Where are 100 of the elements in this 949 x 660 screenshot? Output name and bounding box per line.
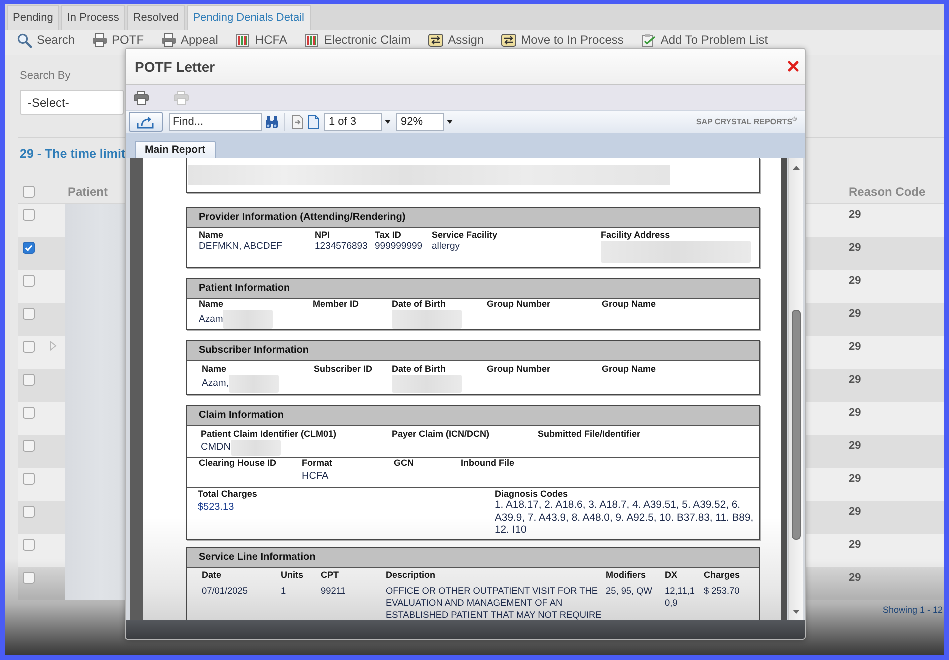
section-title: Patient Information bbox=[187, 279, 759, 299]
table-cell: 29 bbox=[806, 468, 944, 501]
table-cell-text: 12,11,10,9 bbox=[665, 585, 696, 610]
field-label: Subscriber ID bbox=[314, 364, 373, 375]
zoom-field[interactable]: 92% bbox=[396, 113, 444, 131]
caret-right-icon[interactable] bbox=[50, 341, 57, 351]
toolbar-button[interactable]: Add To Problem List bbox=[640, 33, 768, 48]
field-label: Total Charges bbox=[198, 489, 258, 500]
section-title: Provider Information (Attending/Rendering) bbox=[187, 208, 759, 228]
tab[interactable]: In Process bbox=[61, 5, 126, 30]
toolbar-button[interactable]: POTF bbox=[92, 33, 144, 48]
field-label: Tax ID bbox=[375, 230, 402, 241]
field-value: $523.13 bbox=[198, 501, 234, 515]
field-label: Date of Birth bbox=[392, 299, 446, 310]
table-cell: 29 bbox=[806, 336, 944, 369]
toolbar-button[interactable]: Move to In Process bbox=[501, 33, 624, 48]
checkbox[interactable] bbox=[23, 473, 35, 485]
table-cell: 29 bbox=[806, 369, 944, 402]
printer-icon[interactable] bbox=[134, 90, 149, 104]
find-field[interactable]: Find... bbox=[169, 113, 262, 131]
column-label: Date bbox=[202, 570, 222, 581]
scroll-down-icon[interactable] bbox=[792, 610, 800, 614]
tab[interactable]: Pending bbox=[7, 5, 60, 30]
field-value: HCFA bbox=[302, 470, 329, 484]
scroll-thumb[interactable] bbox=[792, 310, 800, 540]
field-value: Azam, bbox=[202, 377, 229, 391]
tab[interactable]: Resolved bbox=[127, 5, 186, 30]
table-cell-text: 07/01/2025 bbox=[202, 585, 249, 598]
scroll-up-icon[interactable] bbox=[792, 166, 800, 170]
field-label: Payer Claim (ICN/DCN) bbox=[392, 429, 490, 440]
brand-label: SAP CRYSTAL REPORTS$^{®}$ bbox=[696, 117, 797, 127]
field-label: Group Number bbox=[487, 364, 551, 375]
field-label: NPI bbox=[315, 230, 330, 241]
search-by-label: Search By bbox=[20, 70, 71, 83]
export-button[interactable] bbox=[129, 112, 163, 132]
swap-arrows-icon bbox=[428, 33, 444, 48]
dialog-title: POTF Letter bbox=[135, 58, 216, 74]
toolbar-button[interactable]: HCFA bbox=[235, 33, 288, 48]
scrollbar[interactable] bbox=[788, 158, 803, 620]
field-label: Group Number bbox=[487, 299, 551, 310]
checkbox[interactable] bbox=[23, 186, 35, 198]
report-tab[interactable]: Main Report bbox=[135, 141, 216, 158]
tray-arrow-icon bbox=[137, 116, 155, 128]
swap-arrows-icon bbox=[501, 33, 518, 48]
page-field[interactable]: 1 of 3 bbox=[324, 113, 382, 131]
toolbar-button[interactable]: Search bbox=[17, 33, 76, 48]
field-value: allergy bbox=[432, 241, 460, 253]
table-row[interactable] bbox=[18, 567, 125, 600]
section-title: Claim Information bbox=[187, 406, 759, 426]
table-cell: 29 bbox=[806, 303, 944, 336]
search-by-dropdown[interactable]: -Select- bbox=[20, 90, 124, 115]
document-arrow-icon[interactable] bbox=[291, 115, 304, 129]
table-cell-text: 99211 bbox=[321, 585, 347, 598]
table-row[interactable] bbox=[18, 204, 125, 237]
field-label: Diagnosis Codes bbox=[495, 489, 568, 500]
table-cell-text: 1 bbox=[281, 585, 288, 598]
checkbox[interactable] bbox=[23, 341, 35, 353]
checkbox[interactable] bbox=[23, 275, 35, 287]
toolbar-button[interactable]: Assign bbox=[428, 33, 484, 48]
checkbox[interactable] bbox=[23, 506, 35, 518]
checkbox[interactable] bbox=[23, 407, 35, 419]
field-label: Name bbox=[199, 230, 224, 241]
table-cell-text: $ 253.70 bbox=[704, 585, 741, 598]
result-heading: 29 - The time limit bbox=[20, 146, 126, 162]
printer-icon bbox=[92, 33, 108, 48]
checkbox[interactable] bbox=[23, 209, 35, 221]
checkbox[interactable] bbox=[23, 242, 35, 254]
section-title: Service Line Information bbox=[187, 548, 759, 568]
checkbox[interactable] bbox=[23, 374, 35, 386]
column-label: Charges bbox=[704, 570, 740, 581]
table-cell: 29 bbox=[806, 534, 944, 567]
table-cell: 29 bbox=[806, 435, 944, 468]
field-label: Format bbox=[302, 458, 333, 469]
table-cell: 29 bbox=[806, 402, 944, 435]
field-value: 1. A18.17, 2. A18.6, 3. A18.7, 4. A39.51, 5. A39.52, 6. A39.9, 7. A43.9, 8. A48.0, 9. A92.5, 10. B37.83, 11. B89, 12. I10 bbox=[495, 500, 755, 538]
field-label: Date of Birth bbox=[392, 364, 446, 375]
checkbox[interactable] bbox=[23, 572, 35, 584]
toolbar-button[interactable]: Electronic Claim bbox=[304, 33, 412, 48]
pagination-text: Showing 1 - 12 bbox=[882, 605, 943, 615]
search-icon bbox=[17, 33, 33, 48]
column-header: Patient bbox=[68, 184, 108, 198]
checkbox[interactable] bbox=[23, 440, 35, 452]
field-label: Group Name bbox=[602, 299, 656, 310]
toolbar-button[interactable]: Appeal bbox=[161, 33, 218, 48]
binoculars-icon[interactable] bbox=[265, 116, 279, 128]
field-label: Facility Address bbox=[601, 230, 670, 241]
caret-icon[interactable] bbox=[447, 120, 453, 124]
document-icon[interactable] bbox=[307, 115, 320, 129]
field-label: Group Name bbox=[602, 364, 656, 375]
field-label: Clearing House ID bbox=[199, 458, 277, 469]
column-label: Units bbox=[281, 570, 304, 581]
close-icon[interactable] bbox=[788, 61, 799, 72]
field-label: Member ID bbox=[313, 299, 360, 310]
field-label: Patient Claim Identifier (CLM01) bbox=[201, 429, 337, 440]
checkbox[interactable] bbox=[23, 539, 35, 551]
checkbox[interactable] bbox=[23, 308, 35, 320]
column-label: Modifiers bbox=[606, 570, 646, 581]
caret-icon[interactable] bbox=[385, 120, 391, 124]
section-title: Subscriber Information bbox=[187, 341, 759, 361]
tab[interactable]: Pending Denials Detail bbox=[187, 5, 310, 30]
